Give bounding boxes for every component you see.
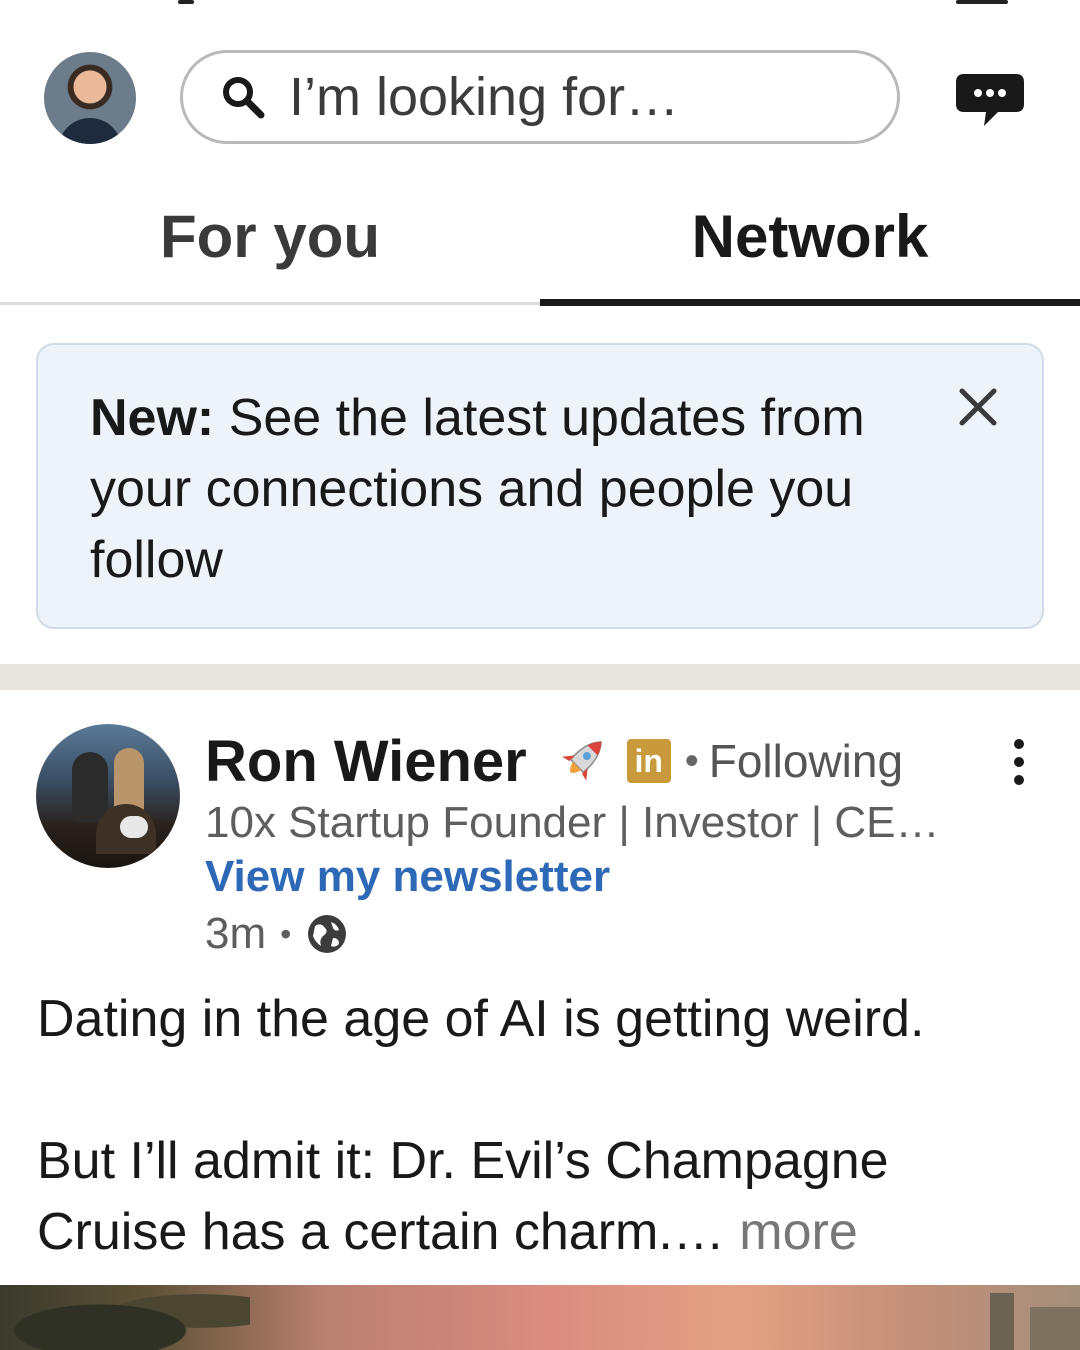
post-author-line: Ron Wiener in • Following <box>205 728 903 794</box>
banner-message: New: See the latest updates from your co… <box>90 383 922 596</box>
separator-dot: • <box>684 738 699 783</box>
search-icon <box>223 77 265 119</box>
post-time: 3m <box>205 909 267 958</box>
top-bar: I’m looking for… <box>0 48 1080 148</box>
status-bar-fragment <box>956 0 1008 4</box>
view-newsletter-link[interactable]: View my newsletter <box>205 852 610 902</box>
linkedin-premium-badge: in <box>626 739 671 783</box>
section-separator <box>0 664 1080 690</box>
globe-icon <box>308 915 347 953</box>
following-status: Following <box>708 735 904 787</box>
linkedin-feed-screen: I’m looking for… For you Network New: Se… <box>0 0 1080 1350</box>
feed-tabs: For you Network <box>0 168 1080 308</box>
active-tab-indicator <box>540 299 1080 306</box>
messaging-icon[interactable] <box>954 70 1026 130</box>
search-bar[interactable]: I’m looking for… <box>180 50 900 144</box>
search-input[interactable]: I’m looking for… <box>289 66 679 128</box>
post-image[interactable] <box>0 1285 1080 1350</box>
info-banner: New: See the latest updates from your co… <box>36 343 1044 629</box>
separator-dot: • <box>280 915 292 952</box>
see-more-link[interactable]: more <box>725 1203 857 1261</box>
post-body: Dating in the age of AI is getting weird… <box>37 984 1047 1268</box>
rocket-icon <box>561 741 602 781</box>
close-icon[interactable] <box>954 383 1002 431</box>
tab-network[interactable]: Network <box>540 168 1080 304</box>
author-avatar[interactable] <box>36 724 180 868</box>
author-name[interactable]: Ron Wiener <box>205 728 527 795</box>
author-headline: 10x Startup Founder | Investor | CE… <box>205 798 940 847</box>
profile-avatar[interactable] <box>44 52 136 144</box>
banner-new-label: New: <box>90 389 215 447</box>
post-meta: 3m • <box>205 906 349 962</box>
tab-for-you[interactable]: For you <box>0 168 540 304</box>
status-bar-fragment <box>178 0 194 4</box>
more-options-icon[interactable] <box>1004 736 1034 788</box>
post-text-paragraph: But I’ll admit it: Dr. Evil’s Champagne … <box>37 1126 1047 1268</box>
post-text-line: Dating in the age of AI is getting weird… <box>37 990 925 1048</box>
